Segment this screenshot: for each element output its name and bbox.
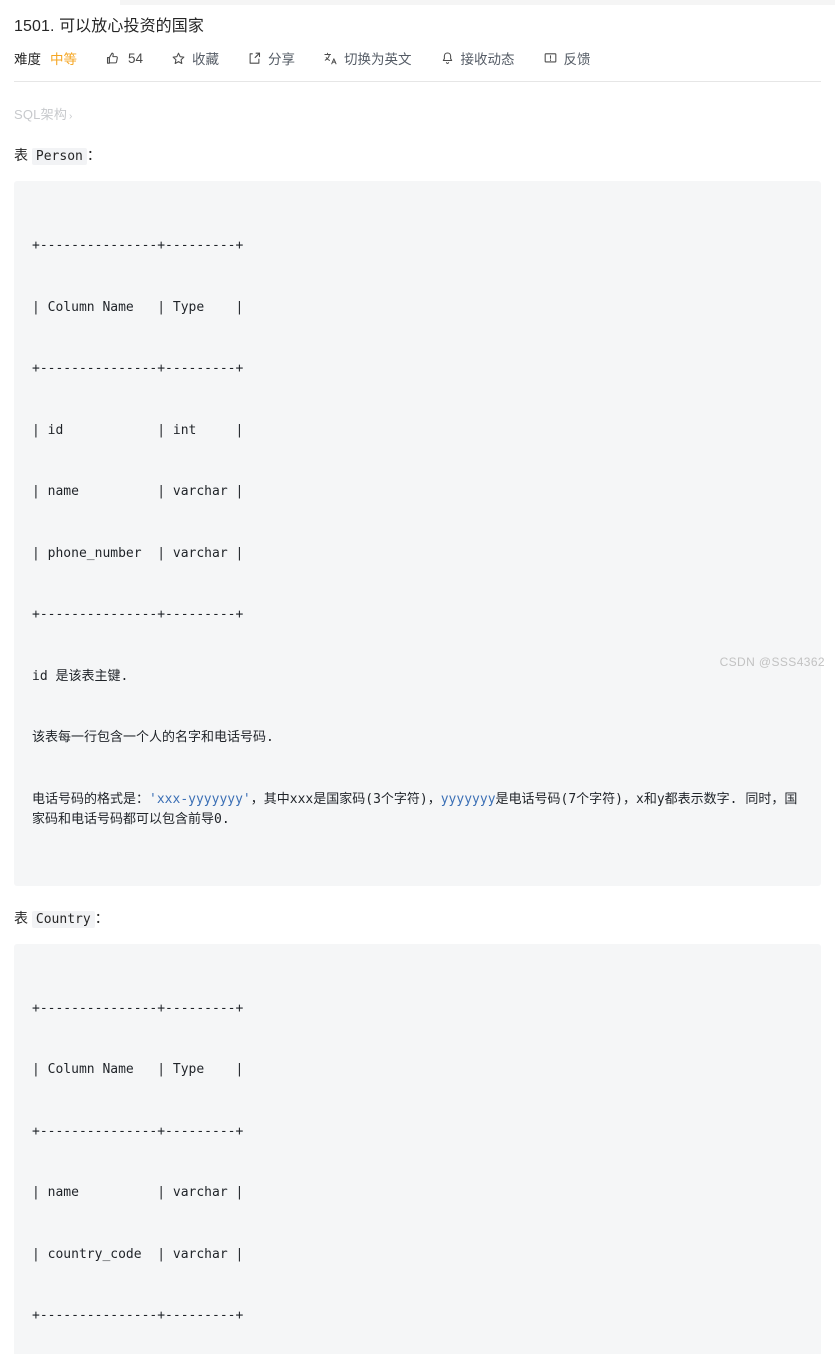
page-title: 1501. 可以放心投资的国家 bbox=[14, 0, 821, 37]
schema-note: 该表每一行包含一个人的名字和电话号码. bbox=[32, 728, 803, 749]
problem-meta-bar: 难度 中等 54 收藏 bbox=[14, 41, 821, 75]
schema-note-format: 电话号码的格式是：'xxx-yyyyyyy'，其中xxx是国家码(3个字符)，y… bbox=[32, 790, 803, 831]
watermark: CSDN @SSS4362 bbox=[720, 655, 825, 669]
code-line: +---------------+---------+ bbox=[32, 605, 803, 626]
thumbs-up-icon bbox=[105, 51, 120, 66]
note-end: . bbox=[222, 812, 230, 827]
code-line: | name | varchar | bbox=[32, 1183, 803, 1204]
code-line: +---------------+---------+ bbox=[32, 1122, 803, 1143]
code-line: +---------------+---------+ bbox=[32, 359, 803, 380]
subscribe-button[interactable]: 接收动态 bbox=[440, 48, 515, 68]
schema-block-country: +---------------+---------+ | Column Nam… bbox=[14, 944, 821, 1354]
difficulty-label: 难度 bbox=[14, 48, 41, 68]
feedback-button[interactable]: 反馈 bbox=[543, 48, 591, 68]
share-label: 分享 bbox=[268, 48, 295, 68]
difficulty-value: 中等 bbox=[50, 48, 77, 68]
translate-icon bbox=[323, 51, 338, 66]
share-button[interactable]: 分享 bbox=[247, 48, 295, 68]
feedback-icon bbox=[543, 51, 558, 66]
caption-suffix: ： bbox=[95, 910, 109, 926]
favorite-button[interactable]: 收藏 bbox=[171, 48, 219, 68]
translate-label: 切换为英文 bbox=[344, 48, 412, 68]
code-line: | country_code | varchar | bbox=[32, 1245, 803, 1266]
code-line: +---------------+---------+ bbox=[32, 999, 803, 1020]
share-icon bbox=[247, 51, 262, 66]
leading-zero-literal: 0 bbox=[214, 812, 222, 827]
breadcrumb[interactable]: SQL架构› bbox=[14, 104, 821, 123]
table-caption-country: 表 Country： bbox=[14, 908, 821, 930]
note-mid-1: ，其中xxx是国家码(3个字符)， bbox=[251, 792, 441, 807]
code-line: +---------------+---------+ bbox=[32, 236, 803, 257]
schema-block-person: +---------------+---------+ | Column Nam… bbox=[14, 181, 821, 886]
difficulty-group: 难度 中等 bbox=[14, 48, 77, 68]
code-line: | Column Name | Type | bbox=[32, 1060, 803, 1081]
bell-icon bbox=[440, 51, 455, 66]
like-count: 54 bbox=[128, 51, 143, 66]
table-name-person: Person bbox=[32, 148, 87, 165]
phone-suffix-literal: yyyyyyy bbox=[441, 792, 496, 807]
code-line: | Column Name | Type | bbox=[32, 298, 803, 319]
chevron-right-icon: › bbox=[69, 111, 73, 122]
code-line: | phone_number | varchar | bbox=[32, 544, 803, 565]
breadcrumb-label: SQL架构 bbox=[14, 107, 67, 122]
caption-prefix: 表 bbox=[14, 910, 28, 926]
translate-button[interactable]: 切换为英文 bbox=[323, 48, 412, 68]
like-button[interactable]: 54 bbox=[105, 51, 143, 66]
code-line: +---------------+---------+ bbox=[32, 1306, 803, 1327]
table-name-country: Country bbox=[32, 911, 95, 928]
favorite-label: 收藏 bbox=[192, 48, 219, 68]
code-line: | name | varchar | bbox=[32, 482, 803, 503]
note-prefix: 电话号码的格式是： bbox=[32, 792, 149, 807]
table-caption-person: 表 Person： bbox=[14, 145, 821, 167]
feedback-label: 反馈 bbox=[564, 48, 591, 68]
caption-prefix: 表 bbox=[14, 147, 28, 163]
code-line: | id | int | bbox=[32, 421, 803, 442]
phone-format-literal: 'xxx-yyyyyyy' bbox=[149, 792, 251, 807]
caption-suffix: ： bbox=[87, 147, 101, 163]
header-divider bbox=[14, 81, 821, 82]
problem-page: 1501. 可以放心投资的国家 难度 中等 54 收藏 bbox=[0, 0, 835, 677]
subscribe-label: 接收动态 bbox=[461, 48, 515, 68]
star-icon bbox=[171, 51, 186, 66]
